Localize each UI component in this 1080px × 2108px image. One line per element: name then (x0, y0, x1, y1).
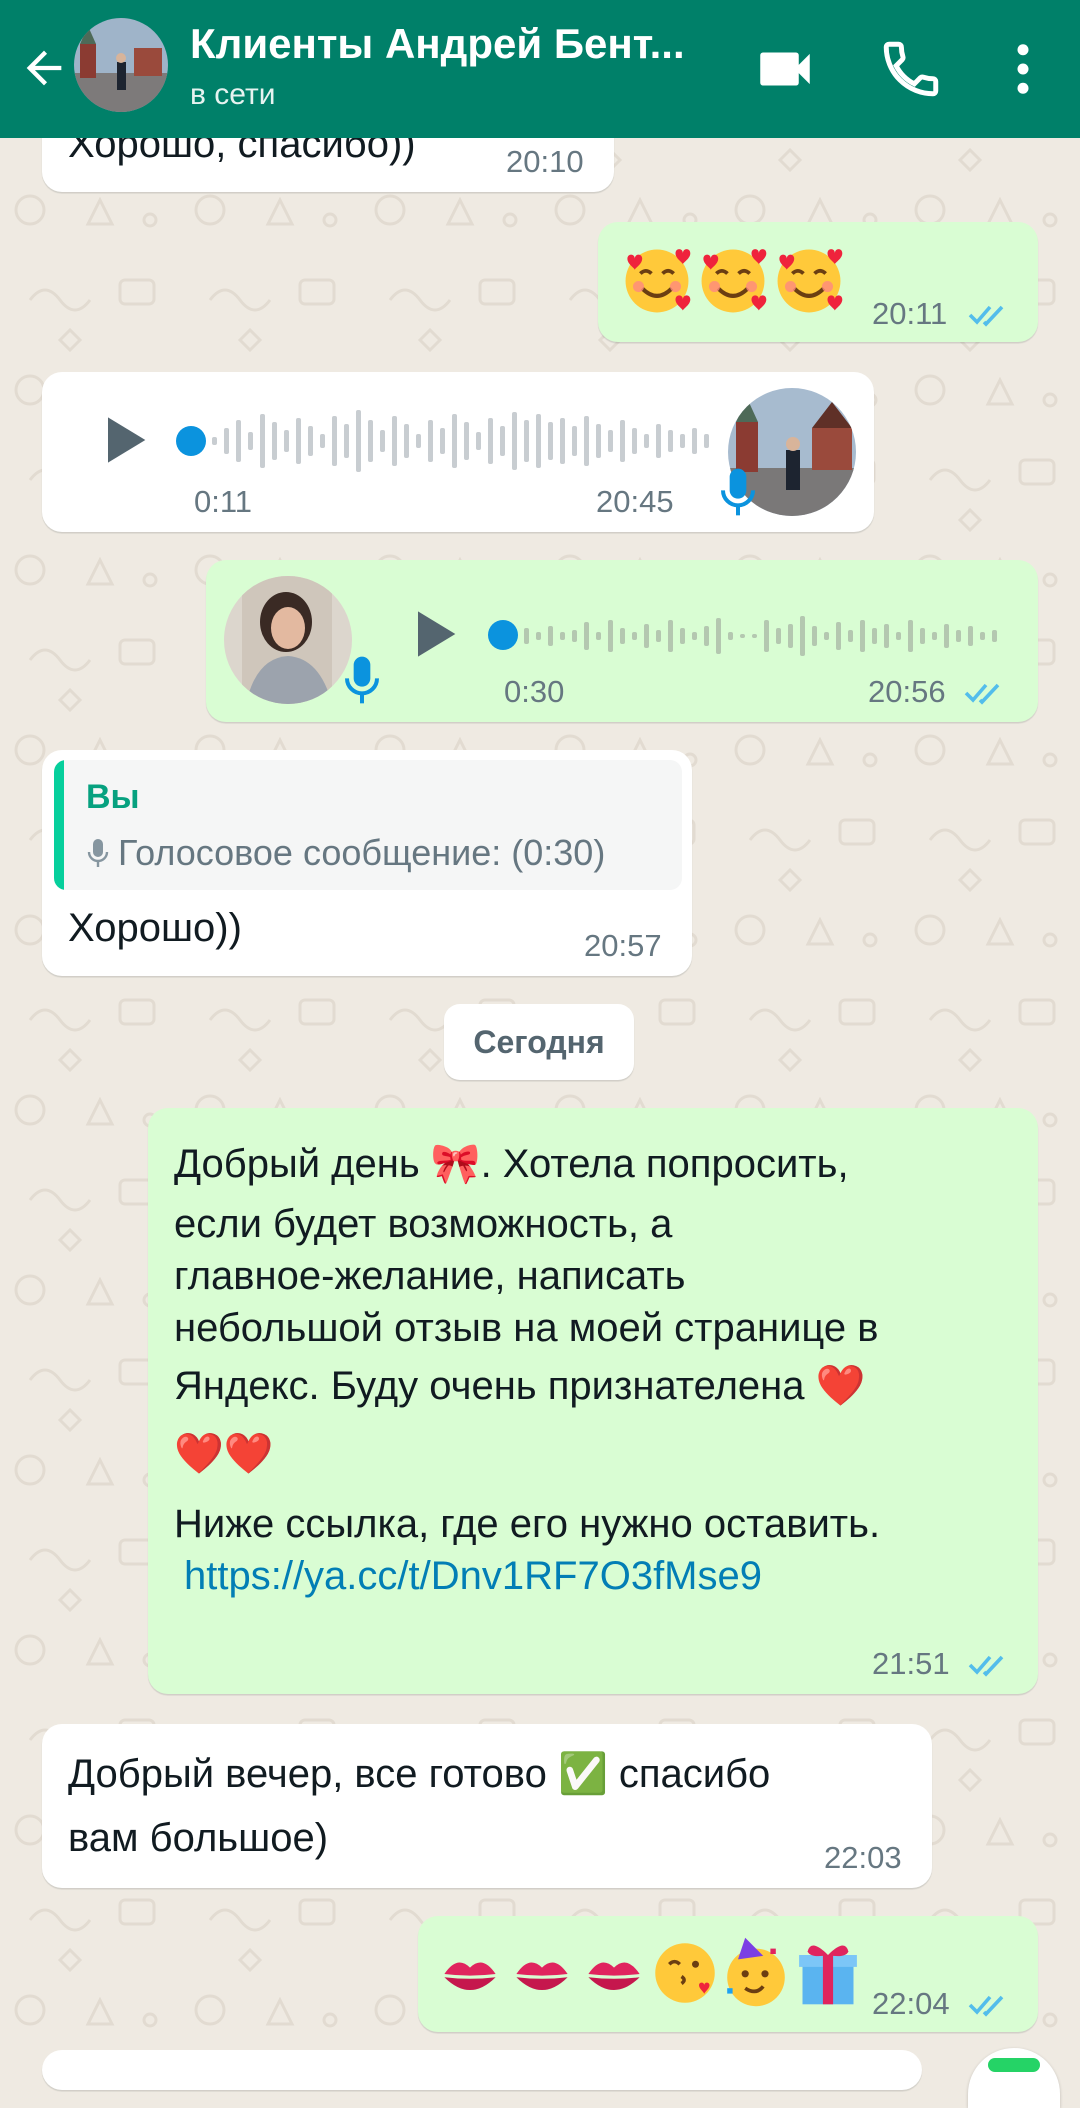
voice-duration: 0:30 (504, 674, 565, 709)
microphone-icon (87, 839, 109, 867)
message-text-line: если будет возможность, а (174, 1202, 673, 1246)
read-receipt-icon (968, 1655, 1004, 1677)
voice-progress-dot[interactable] (488, 620, 518, 650)
contact-avatar[interactable] (74, 18, 168, 112)
message-time: 20:57 (584, 928, 662, 963)
message-time: 21:51 (872, 1646, 950, 1681)
message-bubble-incoming[interactable]: Вы Голосовое сообщение: (0:30) Хорошо)) … (42, 750, 692, 976)
message-bubble-outgoing[interactable]: 20:11 (598, 222, 1038, 342)
kiss-mark-icon (588, 1962, 640, 1990)
voice-message-outgoing[interactable]: 0:30 20:56 (206, 560, 1038, 722)
message-text: Хорошо)) (68, 906, 242, 950)
more-vertical-icon[interactable] (990, 36, 1056, 102)
message-time: 20:56 (868, 674, 946, 709)
read-receipt-icon (968, 305, 1004, 327)
message-bubble-outgoing[interactable]: Добрый день 🎀. Хотела попросить, если бу… (148, 1108, 1038, 1694)
message-bubble-outgoing[interactable]: 22:04 (418, 1916, 1038, 2032)
message-bubble-incoming-partial[interactable] (42, 2050, 922, 2090)
smiling-face-with-hearts-icon (625, 249, 691, 313)
message-text-line: Яндекс. Буду очень признателена ❤️ (174, 1364, 866, 1408)
message-text-line: Добрый день 🎀. Хотела попросить, (174, 1142, 849, 1186)
message-time: 22:04 (872, 1986, 950, 2021)
microphone-icon (345, 656, 379, 704)
voice-progress-dot[interactable] (176, 426, 206, 456)
quoted-text: Голосовое сообщение: (0:30) (118, 832, 606, 873)
video-call-icon[interactable] (752, 36, 818, 102)
message-bubble-incoming[interactable]: Добрый вечер, все готово ✅ спасибо вам б… (42, 1724, 932, 1888)
wrapped-gift-icon (799, 1945, 857, 2005)
voice-waveform[interactable] (524, 606, 1004, 666)
contact-name[interactable]: Клиенты Андрей Бент... (190, 20, 730, 68)
play-icon[interactable] (402, 602, 466, 666)
smiling-face-with-hearts-icon (701, 249, 767, 313)
message-time: 20:11 (872, 296, 948, 331)
message-text-line: Добрый вечер, все готово ✅ спасибо (68, 1752, 771, 1796)
partying-face-icon (727, 1937, 785, 2007)
date-divider: Сегодня (444, 1004, 634, 1080)
kiss-mark-icon (444, 1962, 496, 1990)
voice-waveform[interactable] (212, 404, 724, 478)
message-time: 20:10 (506, 144, 584, 179)
play-icon[interactable] (92, 408, 156, 472)
contact-status: в сети (190, 78, 276, 111)
phone-icon[interactable] (878, 36, 944, 102)
face-blowing-kiss-icon (655, 1943, 715, 2003)
message-time: 20:45 (596, 484, 674, 519)
read-receipt-icon (968, 1995, 1004, 2017)
message-text-line: ❤️❤️ (174, 1432, 274, 1476)
message-text-line: вам большое) (68, 1816, 329, 1860)
message-text-line: главное-желание, написать (174, 1254, 686, 1298)
smiling-face-with-hearts-icon (777, 249, 843, 313)
quoted-message[interactable]: Вы Голосовое сообщение: (0:30) (54, 760, 682, 890)
voice-message-incoming[interactable]: 0:11 20:45 (42, 372, 874, 532)
message-text-line: небольшой отзыв на моей странице в (174, 1306, 879, 1350)
microphone-icon (721, 468, 755, 516)
voice-duration: 0:11 (194, 484, 253, 519)
kiss-mark-icon (516, 1962, 568, 1990)
chat-header: Клиенты Андрей Бент... в сети (0, 0, 1080, 138)
read-receipt-icon (964, 683, 1000, 705)
sender-avatar (224, 576, 352, 704)
message-text-line: Ниже ссылка, где его нужно оставить. (174, 1502, 881, 1546)
message-time: 22:03 (824, 1840, 902, 1875)
review-link[interactable]: https://ya.cc/t/Dnv1RF7O3fMse9 (184, 1550, 762, 1603)
quoted-author: Вы (86, 778, 140, 816)
arrow-left-icon[interactable] (18, 42, 70, 94)
